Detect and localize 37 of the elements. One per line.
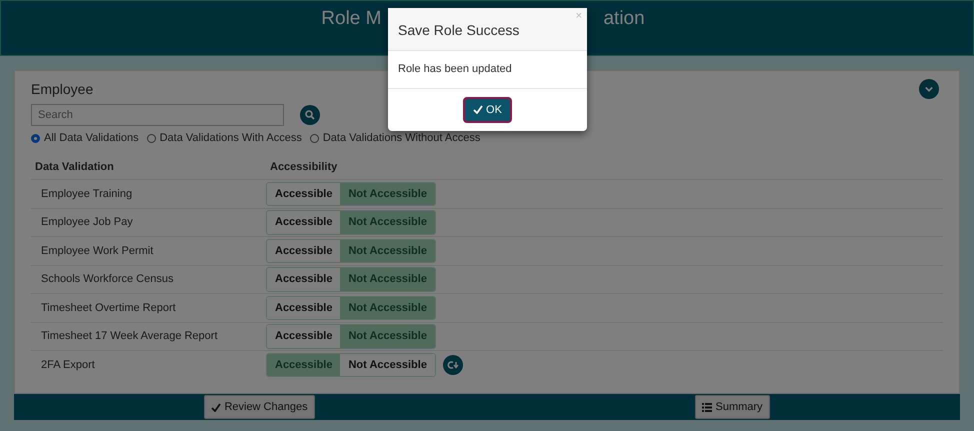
list-icon (702, 402, 712, 412)
review-button[interactable]: Review Changes (204, 394, 315, 420)
undo-button[interactable] (442, 354, 463, 375)
search-icon (305, 110, 315, 120)
chevron-icon (925, 86, 933, 92)
filter-radio[interactable]: Data Validations With Access (146, 130, 302, 146)
toggle-option[interactable]: Not Accessible (340, 296, 435, 319)
table-cell: Schools Workforce Census (41, 273, 174, 285)
check-icon (473, 105, 484, 114)
table-cell: Employee Work Permit (41, 244, 154, 256)
filter-radio[interactable]: All Data Validations (31, 130, 139, 146)
ok-button[interactable]: OK (463, 96, 512, 123)
collapse-button[interactable] (919, 79, 939, 99)
toggle-option[interactable]: Accessible (267, 354, 340, 376)
search-field[interactable]: Search (31, 104, 284, 126)
page-title: Role M (321, 7, 382, 31)
section-title: Employee (31, 81, 94, 97)
undo-icon (446, 360, 459, 370)
page-title: ation (603, 7, 645, 31)
toggle-option[interactable]: Not Accessible (340, 211, 435, 234)
check-icon (211, 402, 222, 412)
toggle-option[interactable]: Not Accessible (340, 182, 435, 205)
toggle-option[interactable]: Not Accessible (340, 240, 435, 262)
column-header: Accessibility (269, 160, 338, 174)
toggle-option[interactable]: Not Accessible (340, 325, 435, 348)
summary-button[interactable]: Summary (695, 394, 770, 420)
table-cell: Timesheet 17 Week Average Report (41, 330, 218, 342)
table-cell: Employee Job Pay (41, 216, 133, 228)
table-cell: 2FA Export (41, 358, 95, 370)
table-cell: Employee Training (41, 188, 132, 200)
column-header: Data Validation (34, 160, 115, 174)
filter-radio[interactable]: Data Validations Without Access (310, 130, 480, 146)
search-button[interactable] (300, 105, 320, 125)
toggle-option[interactable]: Not Accessible (340, 268, 435, 290)
dialog-message: Role has been updated (398, 63, 512, 75)
table-cell: Timesheet Overtime Report (41, 302, 176, 314)
dialog-title: Save Role Success (398, 22, 520, 38)
